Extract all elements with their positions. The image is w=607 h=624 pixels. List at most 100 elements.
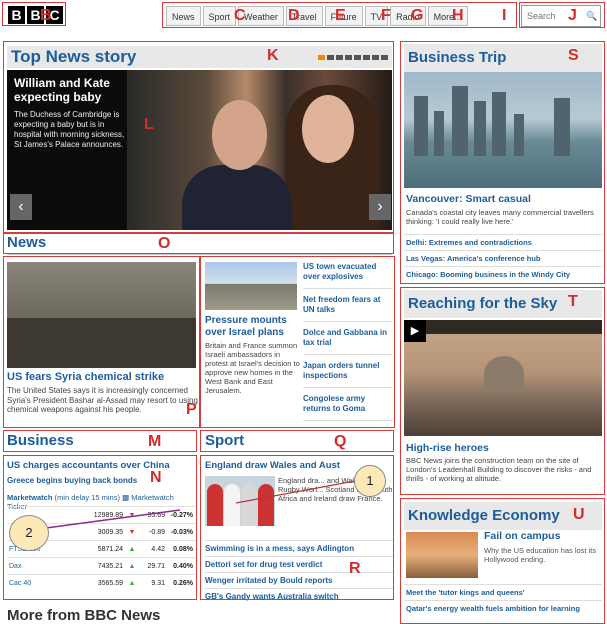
business-trip-title[interactable]: Vancouver: Smart casual	[406, 193, 531, 205]
sky-photo[interactable]	[404, 320, 602, 436]
logo-letter: B	[8, 6, 25, 24]
market-percent: -0.27%	[167, 506, 195, 524]
sport-link[interactable]: GB's Gandy wants Australia switch	[205, 588, 395, 604]
market-value: 7435.21	[77, 557, 125, 575]
sport-top-title[interactable]: England draw Wales and Aust	[205, 460, 340, 471]
top-bar: B B C News Sport Weather Travel Future T…	[0, 0, 607, 30]
annotation-letter: O	[158, 235, 171, 252]
arrow-up-icon: ▲	[125, 540, 139, 558]
sport-link[interactable]: Dettori set for drug test verdict	[205, 556, 395, 572]
photo-building	[474, 101, 486, 156]
logo-letter: C	[46, 6, 63, 24]
top-news-photo[interactable]: William and Kate expecting baby The Duch…	[7, 70, 392, 230]
bbc-logo[interactable]: B B C	[8, 6, 63, 24]
nav-more[interactable]: More...	[427, 6, 468, 26]
market-index-name[interactable]: Cac 40	[7, 574, 77, 592]
market-percent: 0.26%	[167, 574, 195, 592]
photo-face	[212, 100, 267, 170]
arrow-up-icon: ▲	[125, 574, 139, 592]
sport-link[interactable]: Swimming is in a mess, says Adlington	[205, 540, 395, 556]
sport-link[interactable]: Wenger irritated by Bould reports	[205, 572, 395, 588]
photo-player	[241, 484, 257, 526]
slide-indicator	[318, 55, 388, 60]
slide-dot[interactable]	[345, 55, 352, 60]
business-heading[interactable]: Business	[7, 432, 74, 449]
top-news-title[interactable]: William and Kate expecting baby	[14, 76, 126, 104]
market-change: -35.69	[139, 506, 167, 524]
sport-photo[interactable]	[205, 476, 275, 526]
knowledge-link[interactable]: Qatar's energy wealth fuels ambition for…	[404, 600, 602, 616]
business-sub-link[interactable]: Greece begins buying back bonds	[7, 476, 137, 485]
photo-beam	[404, 320, 602, 334]
slide-dot[interactable]	[327, 55, 334, 60]
slide-dot[interactable]	[372, 55, 379, 60]
nav-sport[interactable]: Sport	[202, 6, 237, 26]
play-icon[interactable]: ▶	[404, 320, 426, 342]
sky-title[interactable]: High-rise heroes	[406, 442, 489, 454]
syria-story-photo[interactable]	[7, 262, 196, 368]
arrow-down-icon: ▼	[125, 506, 139, 524]
photo-face	[302, 95, 354, 163]
business-trip-link[interactable]: Chicago: Booming business in the Windy C…	[404, 266, 602, 282]
market-index-name[interactable]: Dax	[7, 557, 77, 575]
more-heading: More from BBC News	[7, 607, 161, 624]
slide-dot[interactable]	[336, 55, 343, 60]
knowledge-economy-heading[interactable]: Knowledge Economy	[404, 502, 602, 530]
marketwatch-note: (min delay 15 mins)	[54, 493, 120, 502]
nav-news[interactable]: News	[166, 6, 201, 26]
nav-weather[interactable]: Weather	[238, 6, 284, 26]
sport-link-list: Swimming is in a mess, says Adlington De…	[205, 540, 395, 604]
news-link[interactable]: Congolese army returns to Goma	[303, 394, 393, 421]
main-nav: News Sport Weather Travel Future TV Radi…	[166, 6, 468, 26]
israel-story-photo[interactable]	[205, 262, 297, 310]
top-news-caption: William and Kate expecting baby The Duch…	[14, 76, 126, 150]
nav-future[interactable]: Future	[324, 6, 363, 26]
knowledge-links: Meet the 'tutor kings and queens' Qatar'…	[404, 584, 602, 616]
photo-dome	[484, 356, 524, 392]
slide-dot[interactable]	[381, 55, 388, 60]
business-top-link[interactable]: US charges accountants over China	[7, 460, 170, 471]
business-trip-heading[interactable]: Business Trip	[404, 44, 602, 72]
arrow-down-icon: ▼	[125, 523, 139, 541]
sky-heading[interactable]: Reaching for the Sky	[404, 290, 602, 318]
nav-radio[interactable]: Radio	[390, 6, 426, 26]
market-row[interactable]: Cac 40 3565.59 ▲ 9.31 0.26%	[7, 574, 195, 592]
nav-tv[interactable]: TV	[364, 6, 389, 26]
annotation-letter: M	[148, 433, 162, 450]
slide-dot[interactable]	[354, 55, 361, 60]
nav-travel[interactable]: Travel	[285, 6, 323, 26]
top-news-description: The Duchess of Cambridge is expecting a …	[14, 110, 125, 149]
slide-dot[interactable]	[318, 55, 325, 60]
syria-story-title[interactable]: US fears Syria chemical strike	[7, 371, 202, 383]
israel-story-title[interactable]: Pressure mounts over Israel plans	[205, 315, 300, 339]
news-link[interactable]: Net freedom fears at UN talks	[303, 295, 393, 322]
photo-player	[207, 484, 223, 526]
news-heading[interactable]: News	[7, 234, 46, 251]
logo-letter: B	[27, 6, 44, 24]
news-link-list: US town evacuated over explosives Net fr…	[303, 262, 393, 427]
next-slide-button[interactable]: ›	[369, 194, 391, 220]
market-value: 3009.35	[77, 523, 125, 541]
sport-heading[interactable]: Sport	[205, 432, 244, 449]
news-link[interactable]: Japan orders tunnel inspections	[303, 361, 393, 388]
search-icon[interactable]: 🔍	[586, 11, 597, 22]
business-trip-link[interactable]: Las Vegas: America's conference hub	[404, 250, 602, 266]
knowledge-link[interactable]: Meet the 'tutor kings and queens'	[404, 584, 602, 600]
knowledge-description: Why the US education has lost its Hollyw…	[484, 546, 597, 564]
photo-building	[554, 98, 570, 156]
market-row[interactable]: Dax 7435.21 ▲ 29.71 0.40%	[7, 557, 195, 575]
divider	[7, 254, 392, 255]
campus-photo[interactable]	[406, 532, 478, 578]
news-link[interactable]: Dolce and Gabbana in tax trial	[303, 328, 393, 355]
search-input[interactable]	[522, 7, 582, 25]
previous-slide-button[interactable]: ‹	[10, 194, 32, 220]
photo-building	[492, 92, 506, 156]
news-link[interactable]: US town evacuated over explosives	[303, 262, 393, 289]
business-trip-link[interactable]: Delhi: Extremes and contradictions	[404, 234, 602, 250]
slide-dot[interactable]	[363, 55, 370, 60]
vancouver-photo[interactable]	[404, 72, 602, 188]
market-change: 29.71	[139, 557, 167, 575]
annotation-letter: N	[150, 469, 162, 486]
marker-circle: 2	[9, 515, 49, 551]
knowledge-title[interactable]: Fail on campus	[484, 530, 560, 542]
